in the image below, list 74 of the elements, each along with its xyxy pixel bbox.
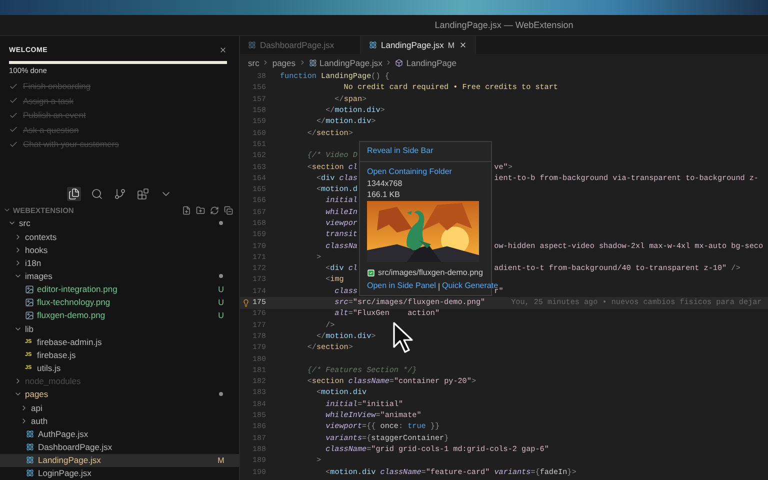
file-name[interactable]: flux-technology.png [37, 297, 217, 308]
chevron-right-icon[interactable] [14, 246, 22, 254]
file-name[interactable]: firebase-admin.js [37, 336, 225, 347]
image-dimensions: 1344x768 [367, 178, 404, 189]
git-status-label: U [217, 298, 225, 307]
new-file-icon[interactable] [182, 206, 191, 215]
folder-name[interactable]: src [19, 218, 219, 228]
breadcrumb-item[interactable]: LandingPage.jsx [320, 58, 382, 68]
folder-name[interactable]: auth [31, 416, 225, 426]
git-status-label: U [217, 310, 225, 320]
image-file-icon [25, 284, 34, 294]
new-folder-icon[interactable] [196, 206, 205, 215]
files-button[interactable] [66, 187, 80, 202]
folder-name[interactable]: hooks [25, 244, 225, 255]
blocks-icon [136, 188, 148, 200]
branch-button[interactable] [112, 187, 126, 202]
branch-icon [114, 188, 126, 200]
folder-name[interactable]: api [31, 402, 225, 413]
chevron-right-icon[interactable] [20, 416, 28, 425]
file-name[interactable]: editor-integration.png [37, 284, 217, 294]
cube-icon [395, 58, 404, 67]
react-file-icon [26, 443, 34, 451]
breadcrumb-item[interactable]: src [248, 58, 260, 68]
file-name[interactable]: utils.js [37, 363, 225, 374]
file-name[interactable]: AuthPage.jsx [38, 428, 225, 439]
refresh-icon[interactable] [210, 206, 219, 215]
breadcrumb-item[interactable]: LandingPage [406, 58, 456, 68]
close-icon[interactable] [458, 41, 467, 49]
editor-tab[interactable]: LandingPage.jsx M [361, 36, 476, 54]
mouse-pointer-icon [393, 322, 415, 354]
window-title: LandingPage.jsx — WebExtension [434, 20, 574, 30]
chevron-right-icon[interactable] [20, 404, 28, 412]
chevron-right-icon [385, 59, 392, 66]
react-file-icon [369, 41, 377, 49]
chevron-right-icon[interactable] [14, 377, 22, 386]
git-status-label: U [217, 284, 225, 294]
lightbulb-icon[interactable] [242, 299, 250, 308]
react-file-icon [26, 469, 34, 478]
file-name[interactable]: fluxgen-demo.png [37, 310, 217, 320]
link-separator: | [438, 282, 440, 290]
chevron-right-icon [262, 59, 270, 66]
folder-name[interactable]: i18n [25, 258, 225, 268]
folder-name[interactable]: lib [25, 324, 225, 334]
collapse-icon[interactable] [224, 206, 233, 215]
react-file-icon [308, 58, 317, 67]
react-file-icon [248, 41, 256, 49]
extensions-button[interactable] [136, 187, 150, 202]
folder-name[interactable]: contexts [25, 232, 225, 242]
file-size: 166.1 KB [367, 188, 401, 200]
selected-row-highlight[interactable]: LandingPage.jsx M [0, 454, 239, 467]
git-status-label: M [217, 456, 225, 465]
image-path: src/images/fluxgen-demo.png [378, 268, 483, 277]
image-file-icon [25, 298, 34, 307]
react-file-icon [26, 430, 34, 438]
chevron-right-icon[interactable] [14, 258, 22, 267]
breadcrumb-item[interactable]: pages [272, 58, 296, 68]
chevron-right-icon[interactable] [14, 232, 22, 240]
chevron-right-icon [298, 59, 306, 66]
close-icon[interactable] [219, 46, 227, 54]
search-button[interactable] [90, 187, 104, 202]
open-folder-link[interactable]: Open Containing Folder [367, 166, 484, 178]
files-icon [68, 188, 80, 200]
reveal-link[interactable]: Reveal in Side Bar [367, 145, 484, 157]
checkbox-icon [367, 268, 375, 276]
file-name[interactable]: DashboardPage.jsx [38, 442, 225, 452]
side-panel-link[interactable]: Open in Side Panel [367, 280, 436, 292]
file-name[interactable]: LoginPage.jsx [38, 468, 225, 478]
file-name[interactable]: LandingPage.jsx [38, 455, 217, 466]
folder-name[interactable]: pages [25, 389, 219, 400]
folder-name[interactable]: images [25, 270, 219, 281]
search-icon [90, 188, 102, 200]
react-file-icon [26, 456, 34, 464]
file-name[interactable]: firebase.js [37, 350, 225, 360]
image-file-icon [25, 310, 34, 320]
